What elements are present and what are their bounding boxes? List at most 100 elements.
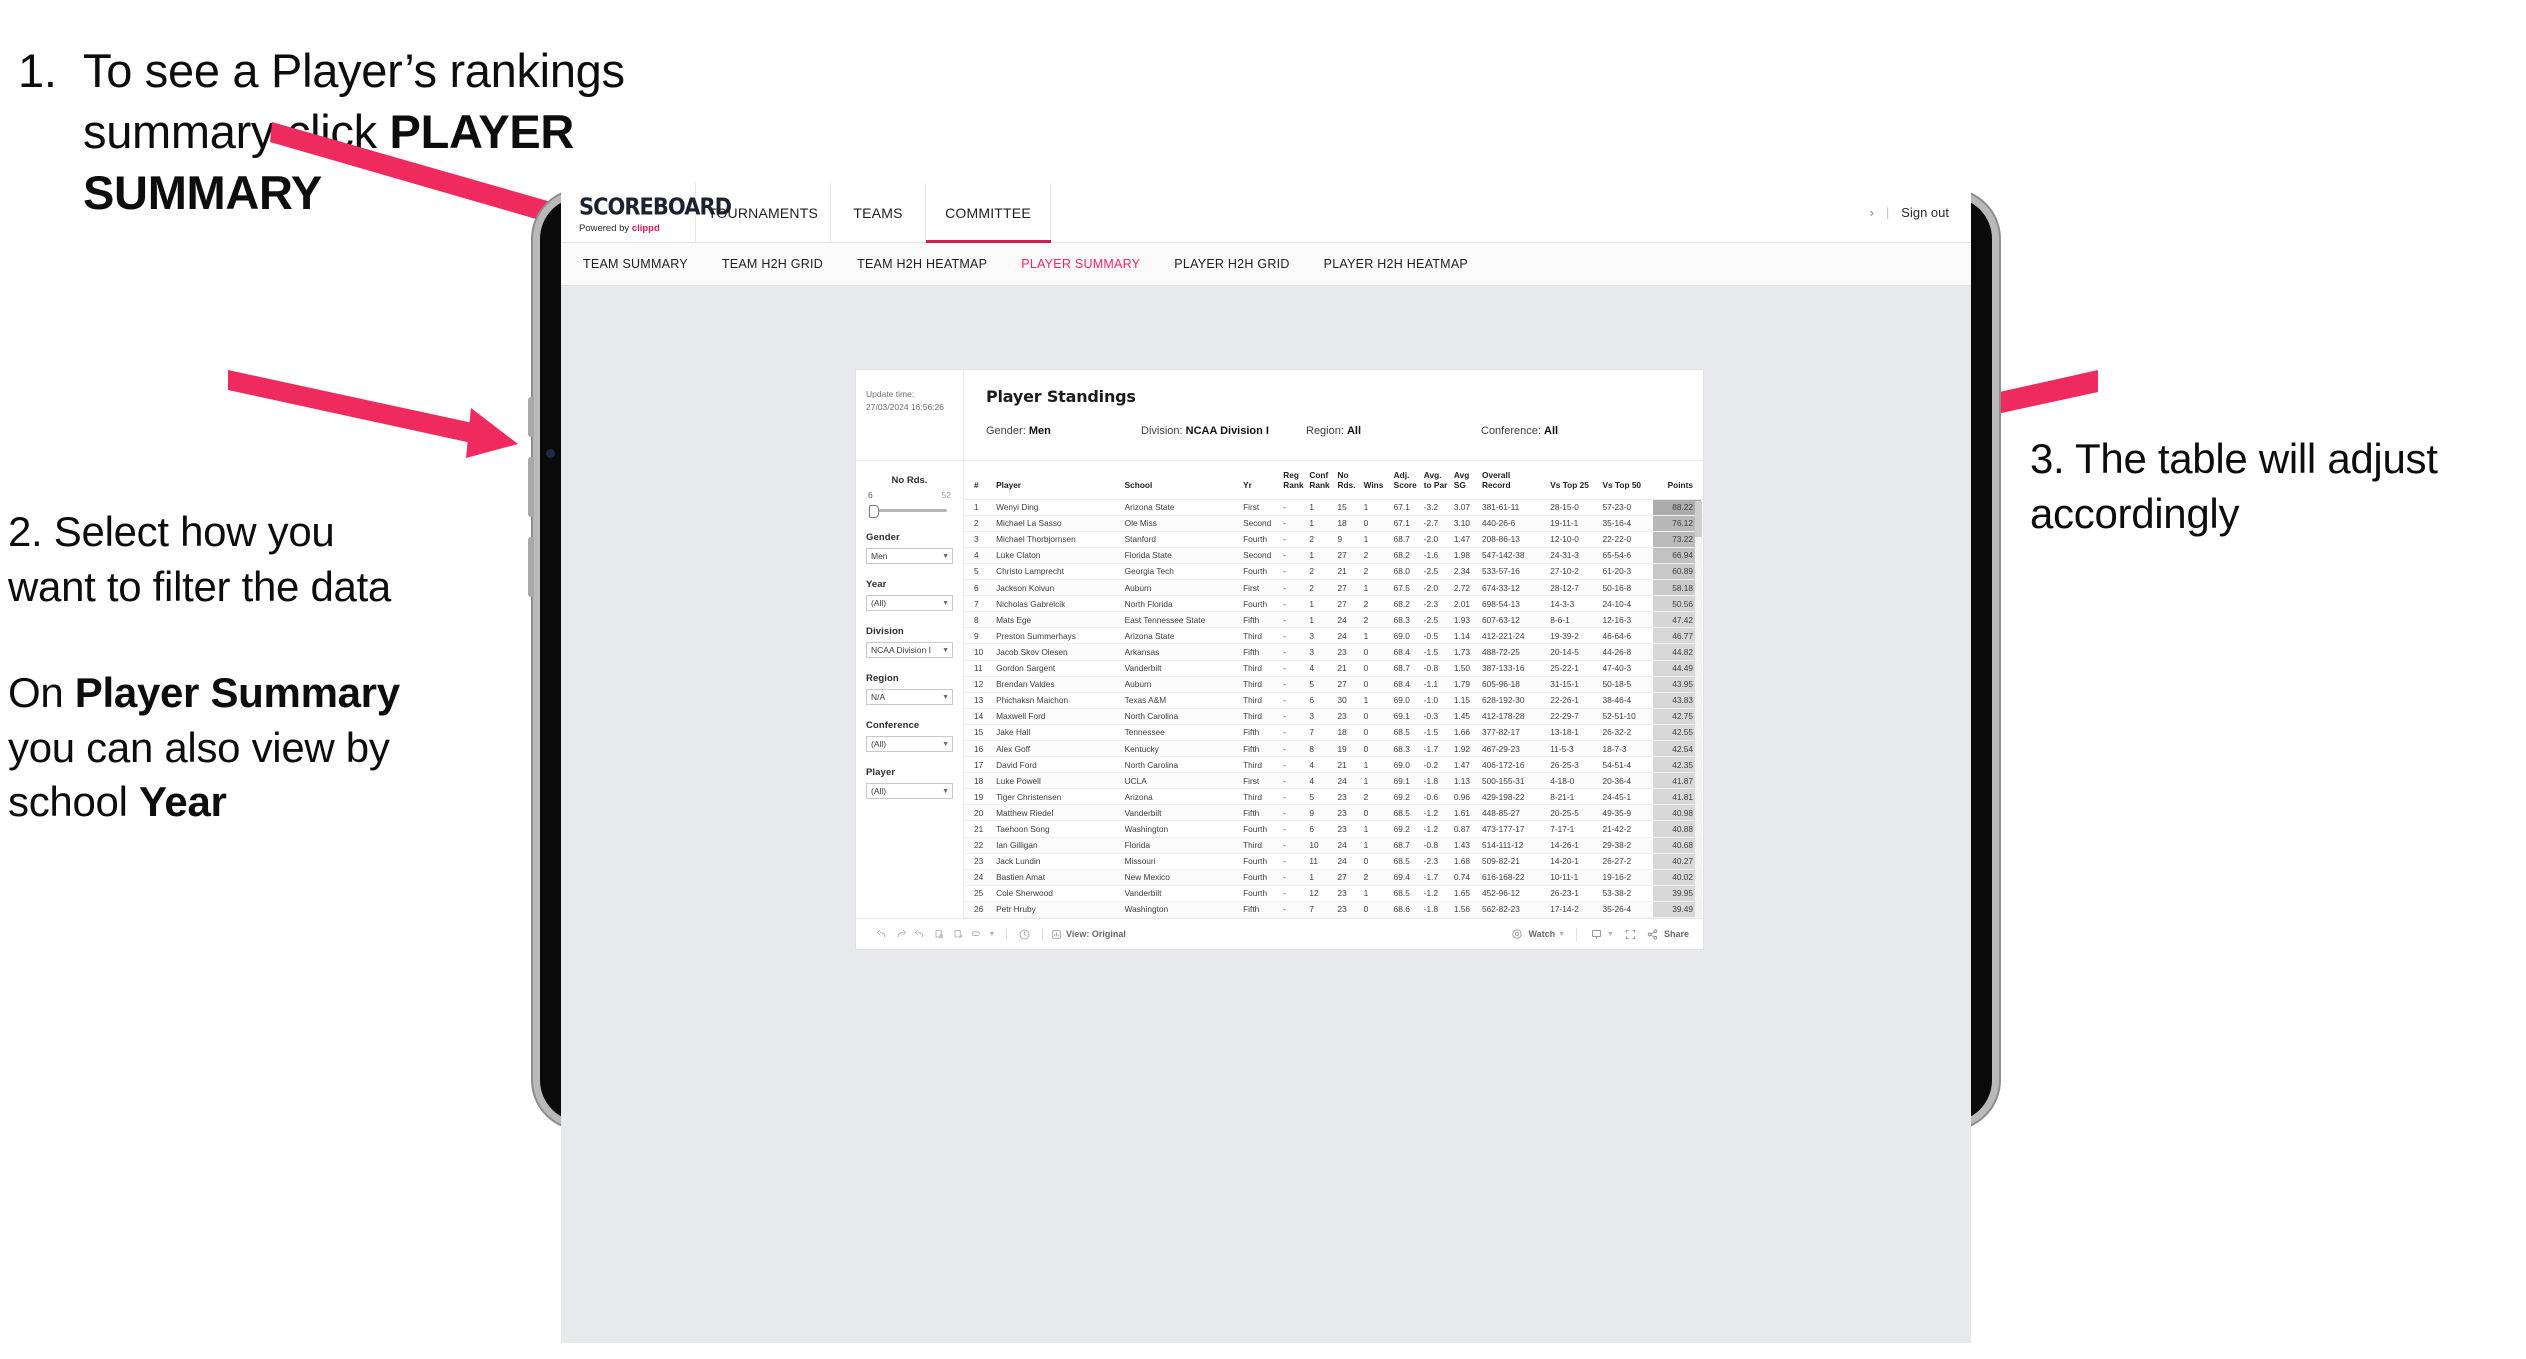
topnav-item-committee[interactable]: COMMITTEE — [926, 183, 1051, 242]
view-original-button[interactable]: View: Original — [1051, 929, 1126, 940]
cell-yr: Third — [1243, 660, 1284, 677]
watch-label[interactable]: Watch — [1528, 929, 1555, 939]
chevron-down-icon[interactable]: ▼ — [1607, 931, 1614, 938]
undo-icon[interactable] — [872, 928, 891, 940]
filter-no-rounds-slider[interactable] — [869, 505, 947, 518]
cell-par: -2.5 — [1423, 563, 1454, 581]
filter-conference-select[interactable]: (All) ▼ — [866, 736, 953, 752]
col-player: Player — [996, 461, 1125, 500]
tab-team-summary[interactable]: TEAM SUMMARY — [583, 257, 688, 271]
table-row[interactable]: 21 Taehoon Song Washington Fourth -6 23 1 69.2-… — [964, 820, 1703, 838]
highlight-icon[interactable] — [967, 928, 986, 940]
filter-region-select[interactable]: N/A ▼ — [866, 689, 953, 705]
filter-no-rounds-max: 52 — [941, 490, 951, 500]
topnav-item-teams[interactable]: TEAMS — [831, 183, 926, 242]
history-icon[interactable] — [1015, 928, 1034, 941]
table-row[interactable]: 13 Phichaksn Maichon Texas A&M Third -6 30 1 69… — [964, 692, 1703, 709]
chevron-down-icon: ▼ — [942, 787, 949, 795]
table-row[interactable]: 25 Cole Sherwood Vanderbilt Fourth -12 23 1 68.… — [964, 885, 1703, 902]
cell-rds: 24 — [1337, 627, 1364, 645]
cell-rds: 24 — [1337, 611, 1364, 629]
table-head: # Player School Yr Reg Rank Conf Rank No Rd… — [964, 461, 1703, 500]
fullscreen-icon[interactable] — [1620, 928, 1642, 941]
table-row[interactable]: 12 Brendan Valdes Auburn Third -5 27 0 68.4 -1.1… — [964, 676, 1703, 693]
table-row[interactable]: 3 Michael Thorbjornsen Stanford Fourth -2 9 1 6… — [964, 531, 1703, 548]
cell-t25: 25-22-1 — [1550, 660, 1603, 677]
col-adj-score: Adj. Score — [1393, 461, 1424, 500]
tablet-side-button-3[interactable] — [528, 537, 534, 597]
share-label[interactable]: Share — [1664, 929, 1689, 939]
table-row[interactable]: 22 Ian Gilligan Florida Third -10 24 1 68.7 -0.8… — [964, 837, 1703, 854]
annotation-2-text: Select how you want to filter the data — [8, 508, 391, 610]
sign-out-link[interactable]: Sign out — [1901, 205, 1949, 220]
col-rank: # — [964, 461, 997, 500]
table-row[interactable]: 19 Tiger Christensen Arizona Third -5 23 2 69.2… — [964, 788, 1703, 806]
cell-player: Taehoon Song — [996, 820, 1125, 838]
cell-t50: 35-26-4 — [1602, 901, 1655, 919]
slider-thumb[interactable] — [869, 505, 879, 518]
brand-logo[interactable]: SCOREBOARD Powered by clippd — [561, 183, 732, 242]
filter-player-select[interactable]: (All) ▼ — [866, 783, 953, 799]
table-row[interactable]: 5 Christo Lamprecht Georgia Tech Fourth -2 21… — [964, 563, 1703, 581]
annotation-3: 3. The table will adjust accordingly — [2030, 435, 2438, 537]
table-row[interactable]: 6 Jackson Koivun Auburn First -2 27 1 67.5 -2.0 2… — [964, 579, 1703, 597]
cell-reg: - — [1283, 756, 1310, 774]
table-row[interactable]: 10 Jacob Skov Olesen Arkansas Fifth -3 23 0 68.… — [964, 643, 1703, 661]
pause-icon[interactable] — [948, 928, 967, 940]
table-row[interactable]: 7 Nicholas Gabrelcik North Florida Fourth -1… — [964, 595, 1703, 613]
filter-gender-select[interactable]: Men ▼ — [866, 548, 953, 564]
table-scrollbar-track[interactable] — [1695, 501, 1702, 918]
cell-sg: 1.93 — [1453, 611, 1482, 629]
cell-t50: 52-51-10 — [1602, 708, 1655, 725]
chevron-right-icon[interactable]: › — [1870, 205, 1874, 220]
tab-player-h2h-grid[interactable]: PLAYER H2H GRID — [1174, 257, 1289, 271]
table-row[interactable]: 16 Alex Goff Kentucky Fifth -8 19 0 68.3 -1.7 1.9… — [964, 740, 1703, 758]
table-row[interactable]: 20 Matthew Riedel Vanderbilt Fifth -9 23 0 68.5… — [964, 804, 1703, 822]
table-row[interactable]: 8 Mats Ege East Tennessee State Fifth -1 24 2 6… — [964, 611, 1703, 629]
device-layout-icon[interactable] — [1585, 928, 1607, 941]
redo-icon[interactable] — [891, 928, 910, 940]
tab-team-h2h-grid[interactable]: TEAM H2H GRID — [722, 257, 823, 271]
topnav-item-tournaments[interactable]: TOURNAMENTS — [696, 183, 831, 242]
revert-icon[interactable] — [910, 928, 929, 940]
tab-player-h2h-heatmap[interactable]: PLAYER H2H HEATMAP — [1324, 257, 1468, 271]
tablet-side-button-1[interactable] — [528, 397, 534, 437]
table-row[interactable]: 14 Maxwell Ford North Carolina Third -3 23 0 69… — [964, 708, 1703, 725]
filter-year-select[interactable]: (All) ▼ — [866, 595, 953, 611]
table-row[interactable]: 1 Wenyi Ding Arizona State First -1 15 1 67.1 -3… — [964, 499, 1703, 516]
cell-yr: Fourth — [1243, 885, 1284, 902]
table-scrollbar-thumb[interactable] — [1695, 501, 1702, 537]
cell-rank: 9 — [964, 627, 997, 645]
refresh-icon[interactable] — [929, 928, 948, 940]
table-row[interactable]: 24 Bastien Amat New Mexico Fourth -1 27 2 69.4-… — [964, 869, 1703, 886]
table-row[interactable]: 11 Gordon Sargent Vanderbilt Third -4 21 0 68.7… — [964, 660, 1703, 677]
table-row[interactable]: 9 Preston Summerhays Arizona State Third -3 2… — [964, 627, 1703, 645]
tab-team-h2h-heatmap[interactable]: TEAM H2H HEATMAP — [857, 257, 987, 271]
cell-rds: 21 — [1337, 660, 1364, 677]
annotation-1-line2-bold: PLAYER — [389, 105, 575, 159]
watch-icon[interactable] — [1506, 928, 1528, 940]
table-row[interactable]: 15 Jake Hall Tennessee Fifth -7 18 0 68.5 -1.5 1.… — [964, 724, 1703, 741]
chevron-down-icon[interactable]: ▼ — [986, 931, 998, 938]
cell-par: -1.1 — [1423, 676, 1454, 693]
chevron-down-icon[interactable]: ▼ — [1558, 931, 1565, 938]
table-row[interactable]: 18 Luke Powell UCLA First -4 24 1 69.1 -1.8 1.13 5… — [964, 772, 1703, 790]
table-row[interactable]: 17 David Ford North Carolina Third -4 21 1 69.0… — [964, 756, 1703, 774]
table-row[interactable]: 2 Michael La Sasso Ole Miss Second -1 18 0 67.1… — [964, 515, 1703, 532]
tab-player-summary[interactable]: PLAYER SUMMARY — [1021, 257, 1140, 271]
table-row[interactable]: 26 Petr Hruby Washington Fifth -7 23 0 68.6 -1.8… — [964, 901, 1703, 919]
tablet-side-button-2[interactable] — [528, 457, 534, 517]
cell-player: Phichaksn Maichon — [996, 692, 1125, 709]
cell-school: East Tennessee State — [1124, 611, 1244, 629]
share-icon[interactable] — [1642, 928, 1664, 941]
cell-sg: 1.47 — [1453, 531, 1482, 548]
cell-player: Michael La Sasso — [996, 515, 1125, 532]
cell-t25: 28-15-0 — [1550, 499, 1603, 516]
cell-t50: 49-35-9 — [1602, 804, 1655, 822]
filter-division-select[interactable]: NCAA Division I ▼ — [866, 642, 953, 658]
cell-wins: 1 — [1363, 692, 1394, 709]
table-row[interactable]: 23 Jack Lundin Missouri Fourth -11 24 0 68.5 -2.… — [964, 853, 1703, 870]
cell-t50: 57-23-0 — [1602, 499, 1655, 516]
cell-rds: 23 — [1337, 820, 1364, 838]
table-row[interactable]: 4 Luke Claton Florida State Second -1 27 2 68.2… — [964, 547, 1703, 564]
